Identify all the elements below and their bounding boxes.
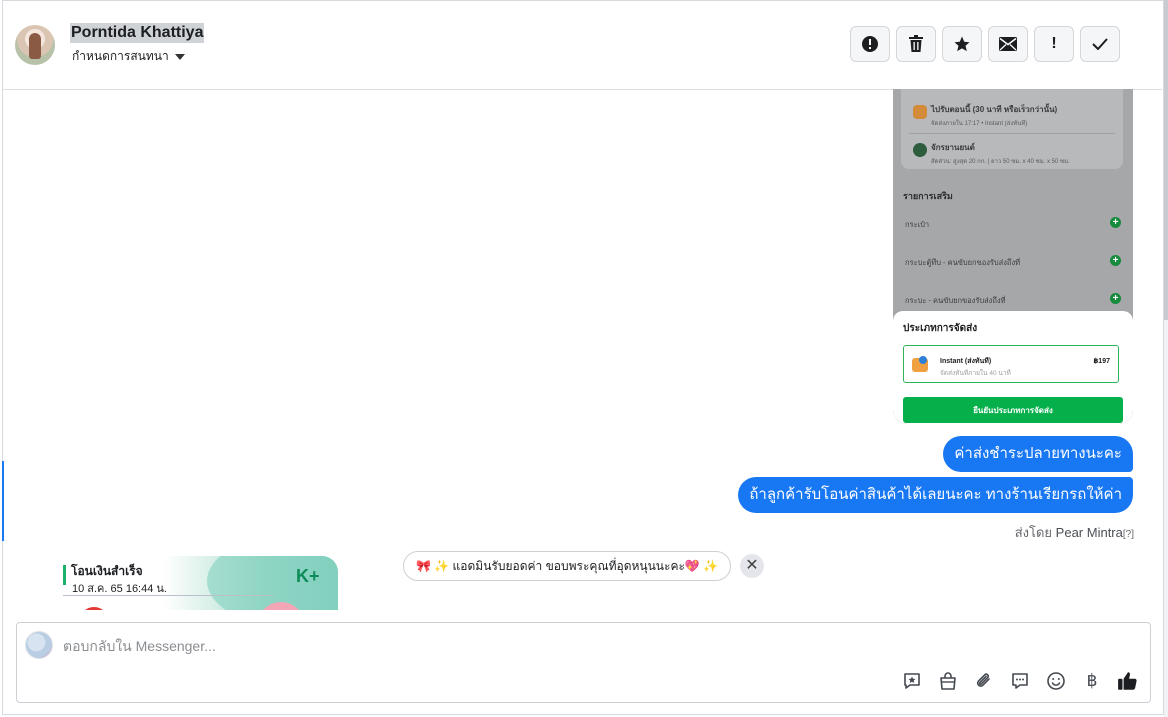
unread-indicator <box>2 461 4 541</box>
image-extra-item: กระบะตู้ทึบ - คนขับยกของรับส่งถึงที่ <box>905 258 1021 267</box>
plus-icon: + <box>1110 217 1121 228</box>
scrollbar-thumb[interactable] <box>1164 0 1168 320</box>
reply-composer: ฿ <box>16 622 1151 703</box>
exclamation-icon: ! <box>1051 35 1057 52</box>
header-actions: ! <box>850 26 1120 62</box>
image-option-1-icon <box>913 105 927 119</box>
close-icon[interactable]: ✕ <box>740 554 764 578</box>
assign-label: กำหนดการสนทนา <box>72 49 169 63</box>
instant-delivery-icon <box>912 356 928 372</box>
image-selected-option: Instant (ส่งทันที) จัดส่งทันทีภายใน 40 น… <box>903 345 1119 383</box>
image-confirm-button: ยืนยันประเภทการจัดส่ง <box>903 397 1123 423</box>
assign-conversation-dropdown[interactable]: กำหนดการสนทนา <box>72 47 185 66</box>
image-extra-item: กระบะ - คนขับยกของรับส่งถึงที่ <box>905 296 1006 305</box>
image-extra-item: กระเป๋า <box>905 220 930 229</box>
message-button[interactable] <box>1008 669 1032 693</box>
incoming-image-receipt[interactable]: โอนเงินสำเร็จ 10 ส.ค. 65 16:44 น. K+ <box>57 556 338 610</box>
saved-reply-icon <box>904 673 920 689</box>
outgoing-message[interactable]: ค่าส่งชำระปลายทางนะคะ <box>943 436 1133 472</box>
caret-down-icon <box>174 54 185 60</box>
star-button[interactable] <box>942 26 982 62</box>
image-sheet-title: ประเภทการจัดส่ง <box>903 323 978 334</box>
reply-input[interactable] <box>63 637 663 655</box>
follow-up-button[interactable]: ! <box>1034 26 1074 62</box>
envelope-icon <box>999 37 1017 51</box>
chat-bubble-icon <box>1012 673 1028 689</box>
image-bottom-sheet: ประเภทการจัดส่ง Instant (ส่งทันที) จัดส่… <box>893 311 1133 424</box>
suggested-reply-chip[interactable]: 🎀 ✨ แอดมินรับยอดค่า ขอบพระคุณที่อุดหนุนน… <box>403 551 732 581</box>
receipt-accent-bar <box>63 565 66 585</box>
star-icon <box>954 36 970 52</box>
exclamation-circle-icon <box>862 36 878 52</box>
delete-button[interactable] <box>896 26 936 62</box>
sent-by-label: ส่งโดย Pear Mintra[?] <box>1015 522 1134 543</box>
contact-avatar[interactable] <box>15 25 55 65</box>
trash-icon <box>909 35 923 52</box>
image-divider <box>909 133 1115 134</box>
payment-button[interactable]: ฿ <box>1080 669 1104 693</box>
mark-unread-button[interactable] <box>988 26 1028 62</box>
attachment-icon <box>976 673 990 687</box>
spam-button[interactable] <box>850 26 890 62</box>
sent-by-prefix: ส่งโดย <box>1014 525 1053 540</box>
image-option-1-sub: จัดส่งภายใน 17:17 • Instant (ส่งทันที) <box>931 121 1028 127</box>
plus-icon: + <box>1110 255 1121 266</box>
page-avatar <box>25 631 53 659</box>
image-option-name: Instant (ส่งทันที) <box>940 358 992 365</box>
avatar-photo <box>29 33 41 59</box>
done-button[interactable] <box>1080 26 1120 62</box>
image-option-1: ไปรับตอนนี้ (30 นาที หรือเร็วกว่านั้น) จ… <box>913 103 1058 128</box>
composer-toolbar: ฿ <box>900 669 1140 693</box>
check-icon <box>1092 38 1108 50</box>
receipt-decoration <box>257 602 305 610</box>
conversation-header: Porntida Khattiya กำหนดการสนทนา ! <box>3 1 1162 90</box>
receipt-bank-icon <box>79 607 109 610</box>
image-option-2: จักรยานยนต์ สัดส่วน: สูงสุด 20 กก. | ยาว… <box>913 141 1070 166</box>
image-option-2-sub: สัดส่วน: สูงสุด 20 กก. | ยาว 50 ซม. x 40… <box>931 159 1070 165</box>
baht-icon: ฿ <box>1086 671 1098 690</box>
sender-name[interactable]: Pear Mintra <box>1056 525 1123 540</box>
plus-icon: + <box>1110 293 1121 304</box>
image-option-1-title: ไปรับตอนนี้ (30 นาที หรือเร็วกว่านั้น) <box>931 105 1058 114</box>
image-extras-heading: รายการเสริม <box>903 191 953 201</box>
attach-button[interactable] <box>972 669 996 693</box>
image-option-sub: จัดส่งทันทีภายใน 40 นาที <box>940 370 1011 377</box>
outgoing-message[interactable]: ถ้าลูกค้ารับโอนค่าสินค้าได้เลยนะคะ ทางร้… <box>738 477 1133 513</box>
motorcycle-icon <box>913 143 927 157</box>
contact-name[interactable]: Porntida Khattiya <box>70 23 205 43</box>
image-attachment[interactable]: ไปรับตอนนี้ (30 นาที หรือเร็วกว่านั้น) จ… <box>893 89 1133 424</box>
image-delivery-card: ไปรับตอนนี้ (30 นาที หรือเร็วกว่านั้น) จ… <box>901 89 1123 169</box>
emoji-icon <box>1047 672 1065 690</box>
shop-button[interactable] <box>936 669 960 693</box>
image-option-2-title: จักรยานยนต์ <box>931 143 975 152</box>
shop-bag-icon <box>940 672 956 690</box>
emoji-button[interactable] <box>1044 669 1068 693</box>
sent-by-help-link[interactable]: [?] <box>1123 529 1134 540</box>
thumbs-up-icon <box>1118 672 1137 690</box>
image-option-price: ฿197 <box>1093 358 1110 365</box>
like-button[interactable] <box>1116 669 1140 693</box>
kplus-logo: K+ <box>296 566 320 586</box>
saved-replies-button[interactable] <box>900 669 924 693</box>
page-scrollbar[interactable] <box>1164 0 1168 717</box>
receipt-divider <box>63 595 273 596</box>
